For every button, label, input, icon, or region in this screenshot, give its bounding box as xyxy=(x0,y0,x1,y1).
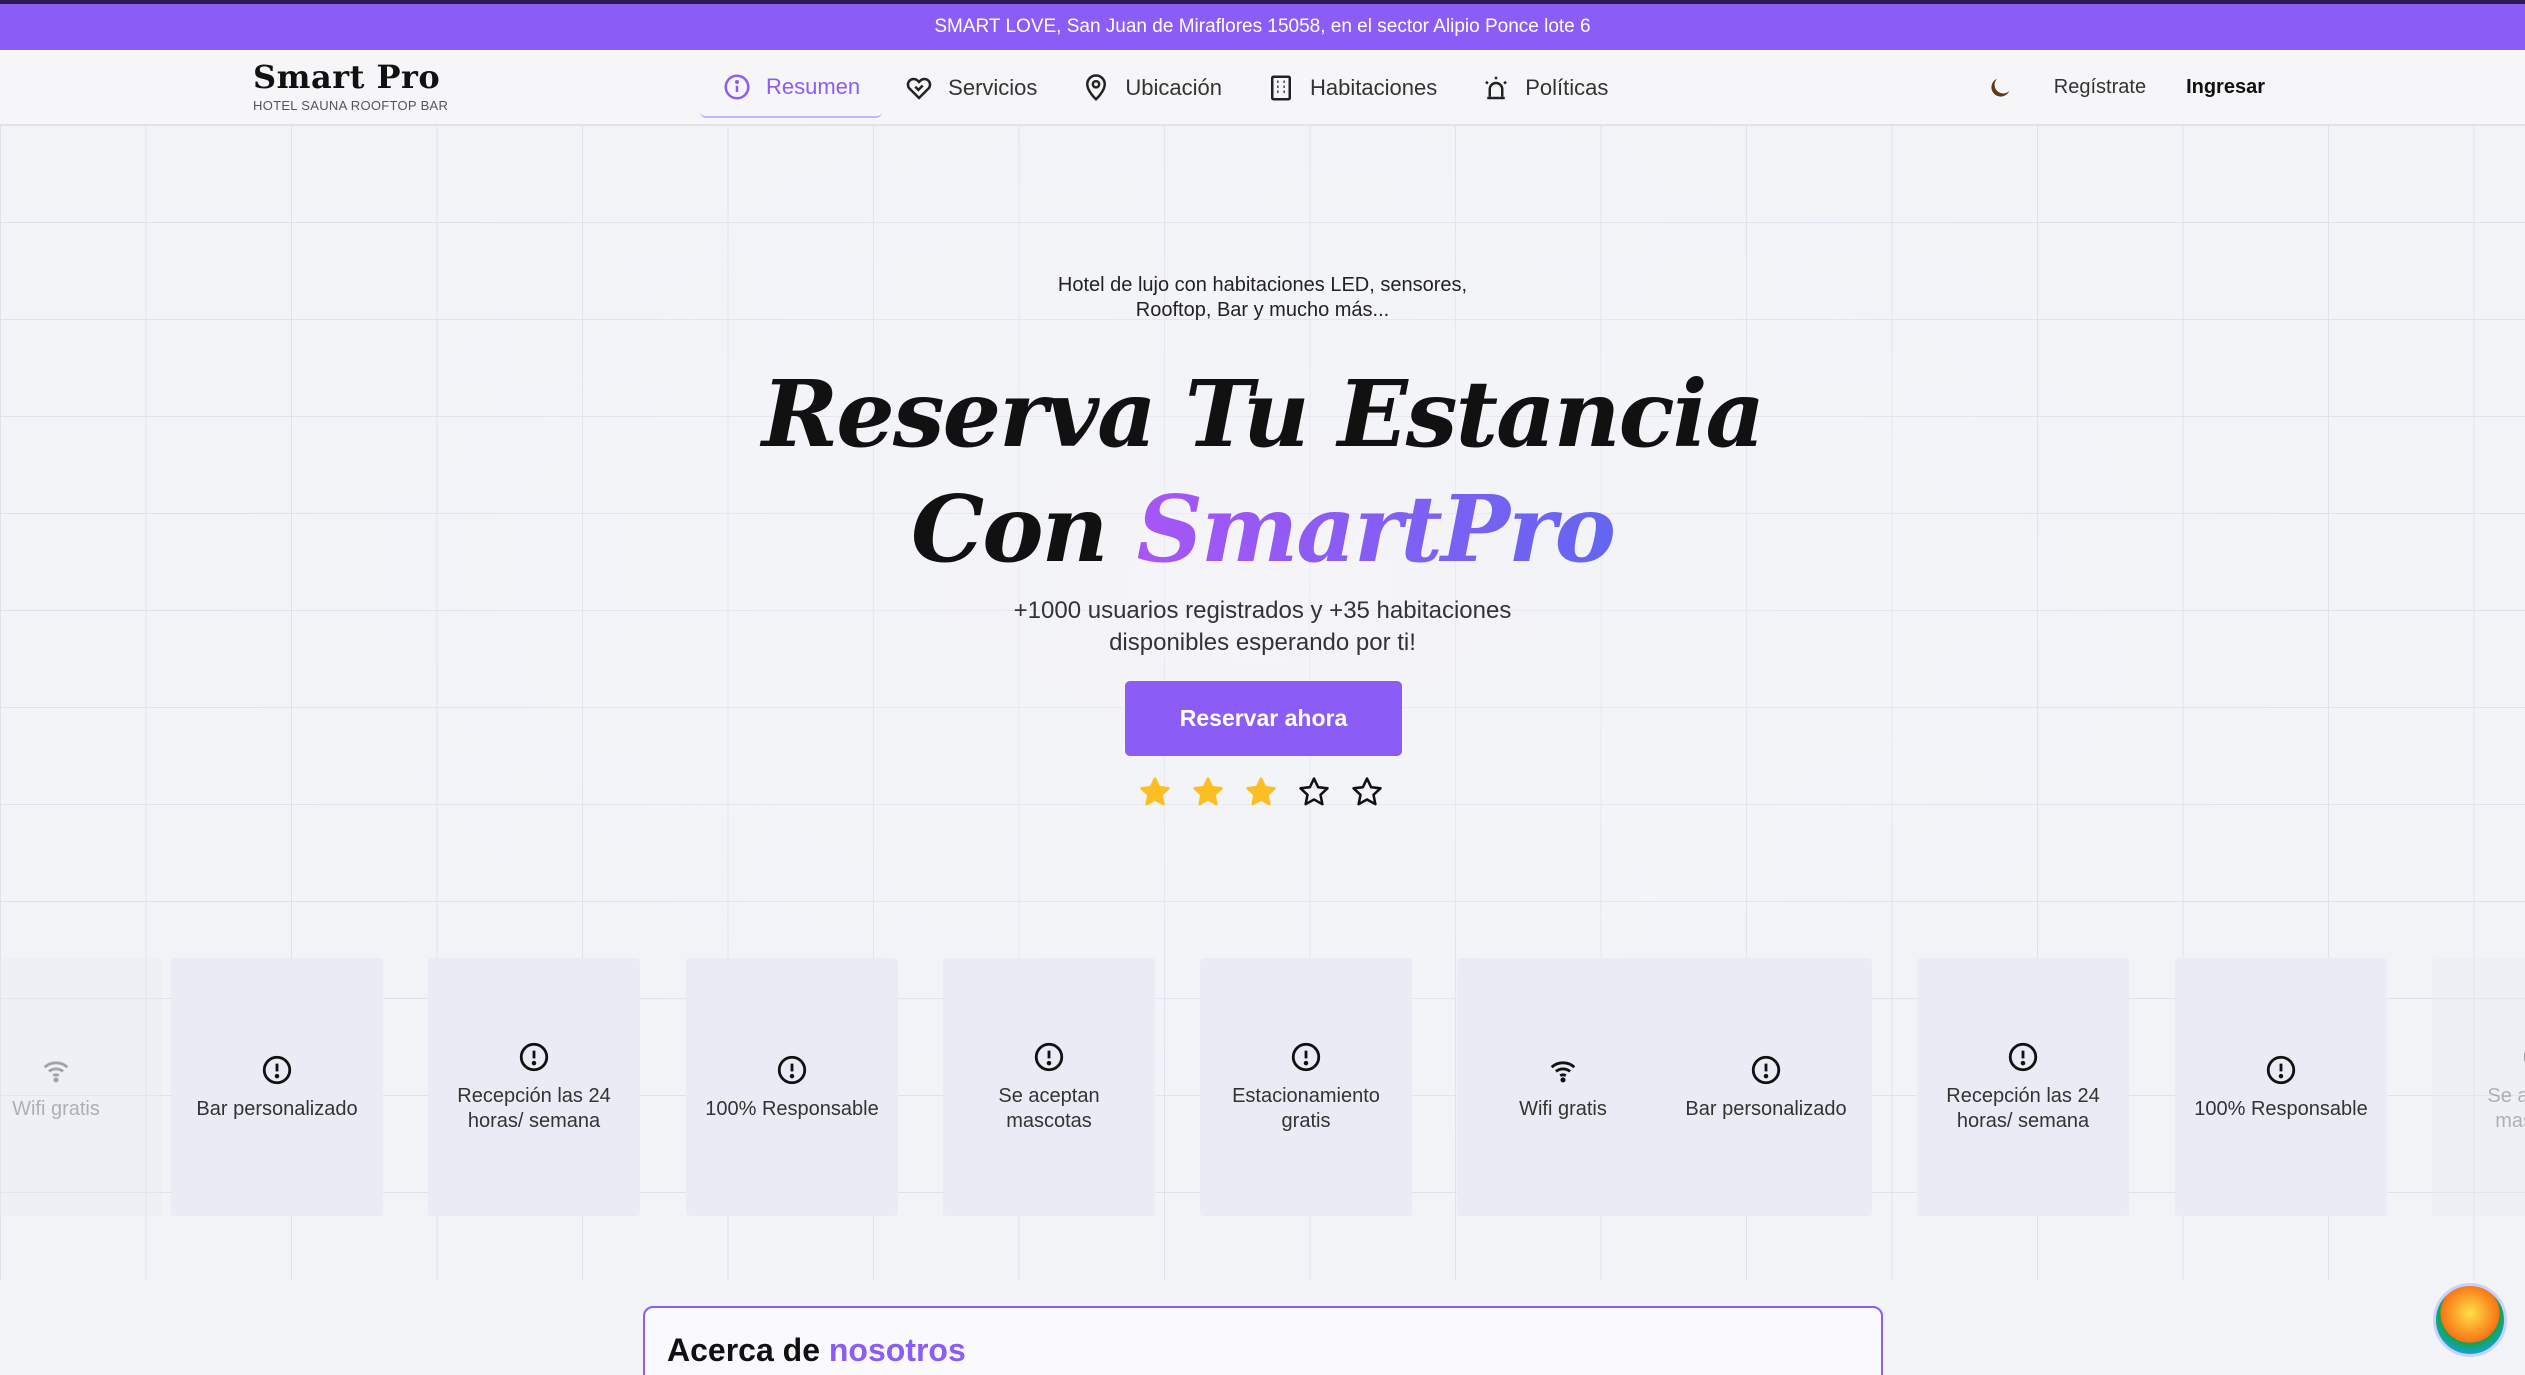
wifi-icon xyxy=(1550,1060,1576,1082)
hero-tagline: Hotel de lujo con habitaciones LED, sens… xyxy=(0,273,2525,323)
nav-item-habitaciones[interactable]: Habitaciones xyxy=(1244,58,1459,118)
headline-prefix: Con xyxy=(911,475,1137,583)
feature-card: Wifi gratis xyxy=(0,958,162,1216)
feature-label: Recepción las 24 horas/ semana xyxy=(1946,1085,2100,1132)
feature-label: Bar personalizado xyxy=(1685,1097,1847,1120)
reserve-now-button[interactable]: Reservar ahora xyxy=(1125,681,1402,756)
wifi-icon xyxy=(43,1060,69,1082)
feature-label: Se aceptan mascotas xyxy=(2487,1085,2525,1132)
tagline-line: Rooftop, Bar y mucho más... xyxy=(1135,299,1390,321)
hero-subtext: +1000 usuarios registrados y +35 habitac… xyxy=(0,595,2525,659)
nav-label: Resumen xyxy=(766,73,861,99)
alert-circle-icon xyxy=(777,1055,807,1084)
alarm-siren-icon xyxy=(1485,76,1508,99)
main-nav: Resumen Servicios Ubicación Habitaciones… xyxy=(700,50,1630,125)
star-outline-icon[interactable] xyxy=(1297,775,1331,809)
nav-item-ubicacion[interactable]: Ubicación xyxy=(1059,58,1244,118)
moon-icon[interactable] xyxy=(1986,74,2014,102)
navbar: Smart Pro HOTEL SAUNA ROOFTOP BAR Resume… xyxy=(0,50,2525,125)
feature-label: 100% Responsable xyxy=(705,1097,879,1120)
nav-item-politicas[interactable]: Políticas xyxy=(1459,58,1630,118)
feature-label: Recepción las 24 horas/ semana xyxy=(457,1085,611,1132)
building-icon xyxy=(1271,75,1292,100)
heart-handshake-icon xyxy=(906,77,932,100)
about-title-prefix: Acerca de xyxy=(667,1332,829,1368)
feature-card: Wifi gratis xyxy=(1457,958,1669,1216)
subtext-line: disponibles esperando por ti! xyxy=(1109,629,1416,656)
feature-label: Wifi gratis xyxy=(12,1097,100,1120)
feature-label: Estacionamiento gratis xyxy=(1232,1085,1380,1132)
brand-name: Smart Pro xyxy=(253,58,441,96)
alert-circle-icon xyxy=(1751,1055,1781,1084)
login-link[interactable]: Ingresar xyxy=(2186,76,2265,99)
announcement-text: SMART LOVE, San Juan de Miraflores 15058… xyxy=(934,16,1591,37)
alert-circle-icon xyxy=(262,1055,292,1084)
nav-item-servicios[interactable]: Servicios xyxy=(882,58,1059,118)
feature-card: 100% Responsable xyxy=(2175,958,2387,1216)
floating-avatar-widget[interactable] xyxy=(2433,1283,2507,1357)
feature-card: Bar personalizado xyxy=(171,958,383,1216)
about-title-accent: nosotros xyxy=(828,1332,966,1368)
nav-label: Políticas xyxy=(1525,74,1609,100)
info-icon xyxy=(724,74,750,99)
nav-label: Servicios xyxy=(948,74,1038,100)
register-link[interactable]: Regístrate xyxy=(2054,76,2146,99)
feature-card: Recepción las 24 horas/ semana xyxy=(1917,958,2129,1216)
nav-label: Ubicación xyxy=(1125,74,1223,100)
feature-card: Bar personalizado xyxy=(1660,958,1872,1216)
feature-label: 100% Responsable xyxy=(2194,1097,2368,1120)
hero-headline-second: Con SmartPro xyxy=(0,475,2525,583)
feature-card: Estacionamiento gratis xyxy=(1200,958,1412,1216)
alert-circle-icon xyxy=(2523,1051,2525,1063)
alert-circle-icon xyxy=(1034,1042,1064,1072)
map-pin-icon xyxy=(1086,73,1107,101)
alert-circle-icon xyxy=(2266,1055,2296,1084)
feature-label: Bar personalizado xyxy=(196,1097,358,1120)
feature-label: Se aceptan mascotas xyxy=(998,1085,1100,1132)
hero-section: Hotel de lujo con habitaciones LED, sens… xyxy=(0,125,2525,1280)
alert-circle-icon xyxy=(2008,1042,2038,1072)
alert-circle-icon xyxy=(1291,1042,1321,1072)
feature-card: Se aceptan mascotas xyxy=(2432,958,2525,1216)
feature-card: Recepción las 24 horas/ semana xyxy=(428,958,640,1216)
about-title: Acerca de nosotros xyxy=(667,1332,966,1369)
brand-subtitle: HOTEL SAUNA ROOFTOP BAR xyxy=(253,98,449,113)
star-filled-icon[interactable] xyxy=(1191,775,1225,809)
nav-item-resumen[interactable]: Resumen xyxy=(700,58,883,118)
feature-card: Se aceptan mascotas xyxy=(943,958,1155,1216)
rating-stars[interactable] xyxy=(1138,775,1384,809)
feature-card: 100% Responsable xyxy=(686,958,898,1216)
feature-label: Wifi gratis xyxy=(1519,1097,1607,1120)
star-filled-icon[interactable] xyxy=(1138,775,1172,809)
nav-actions: Regístrate Ingresar xyxy=(1986,50,2265,125)
star-outline-icon[interactable] xyxy=(1350,775,1384,809)
hero-headline: Reserva Tu Estancia xyxy=(761,360,1765,468)
star-filled-icon[interactable] xyxy=(1244,775,1278,809)
announcement-bar: SMART LOVE, San Juan de Miraflores 15058… xyxy=(0,0,2525,50)
brand-logo[interactable]: Smart Pro HOTEL SAUNA ROOFTOP BAR xyxy=(253,58,448,113)
headline-accent: SmartPro xyxy=(1136,475,1616,583)
alert-circle-icon xyxy=(519,1042,549,1072)
about-section: Acerca de nosotros xyxy=(643,1306,1883,1375)
features-carousel: Wifi gratis Bar personalizado Recepción la… xyxy=(0,958,2525,1223)
tagline-line: Hotel de lujo con habitaciones LED, sens… xyxy=(1057,274,1468,296)
nav-label: Habitaciones xyxy=(1310,74,1438,100)
subtext-line: +1000 usuarios registrados y +35 habitac… xyxy=(1013,597,1512,624)
